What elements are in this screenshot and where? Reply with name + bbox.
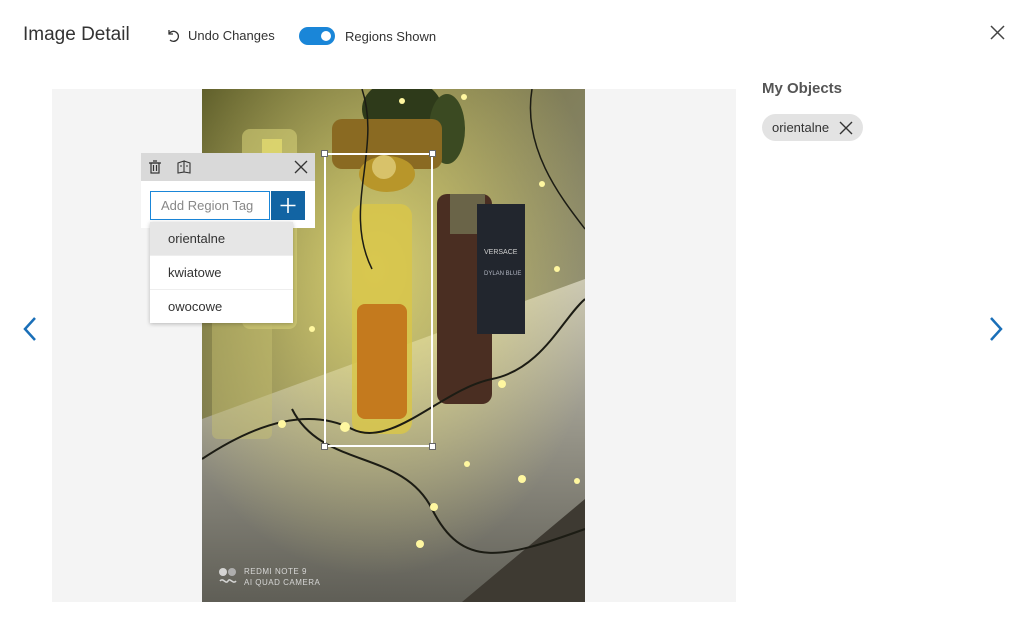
my-objects-title: My Objects <box>762 80 843 97</box>
toggle-knob <box>321 31 331 41</box>
camera-watermark: REDMI NOTE 9 AI QUAD CAMERA <box>218 566 320 588</box>
watermark-line-1: REDMI NOTE 9 <box>244 567 307 576</box>
undo-changes-label: Undo Changes <box>188 28 275 43</box>
resize-handle-bottom-right[interactable] <box>429 443 436 450</box>
close-icon[interactable] <box>293 159 309 175</box>
undo-icon <box>168 29 179 42</box>
suggestion-item[interactable]: owocowe <box>150 290 293 323</box>
resize-handle-top-left[interactable] <box>321 150 328 157</box>
chevron-left-icon[interactable] <box>20 314 42 344</box>
close-icon[interactable] <box>989 24 1006 41</box>
page-title: Image Detail <box>23 24 130 45</box>
dylan-blue-label: DYLAN BLUE <box>484 271 521 277</box>
copy-region-icon[interactable] <box>176 159 192 175</box>
suggestion-item[interactable]: kwiatowe <box>150 256 293 290</box>
regions-shown-label: Regions Shown <box>345 28 437 44</box>
trash-icon[interactable] <box>147 159 163 175</box>
tag-suggestions-dropdown: orientalne kwiatowe owocowe <box>150 222 293 323</box>
resize-handle-top-right[interactable] <box>429 150 436 157</box>
regions-shown-toggle[interactable] <box>299 27 335 45</box>
remove-tag-icon[interactable] <box>839 121 853 135</box>
region-box[interactable] <box>321 150 436 450</box>
region-tag-input[interactable] <box>150 191 270 220</box>
watermark-line-2: AI QUAD CAMERA <box>244 578 321 587</box>
undo-changes-button[interactable]: Undo Changes <box>166 28 275 43</box>
suggestion-item[interactable]: orientalne <box>150 222 293 256</box>
object-tag-chip[interactable]: orientalne <box>762 114 864 141</box>
add-tag-button[interactable] <box>271 191 305 220</box>
camera-logo-icon <box>219 568 237 583</box>
resize-handle-bottom-left[interactable] <box>321 443 328 450</box>
object-tag-label: orientalne <box>772 120 830 135</box>
versace-label: VERSACE <box>484 249 518 256</box>
chevron-right-icon[interactable] <box>984 314 1006 344</box>
region-panel-toolbar <box>141 153 315 181</box>
plus-icon <box>280 198 296 213</box>
